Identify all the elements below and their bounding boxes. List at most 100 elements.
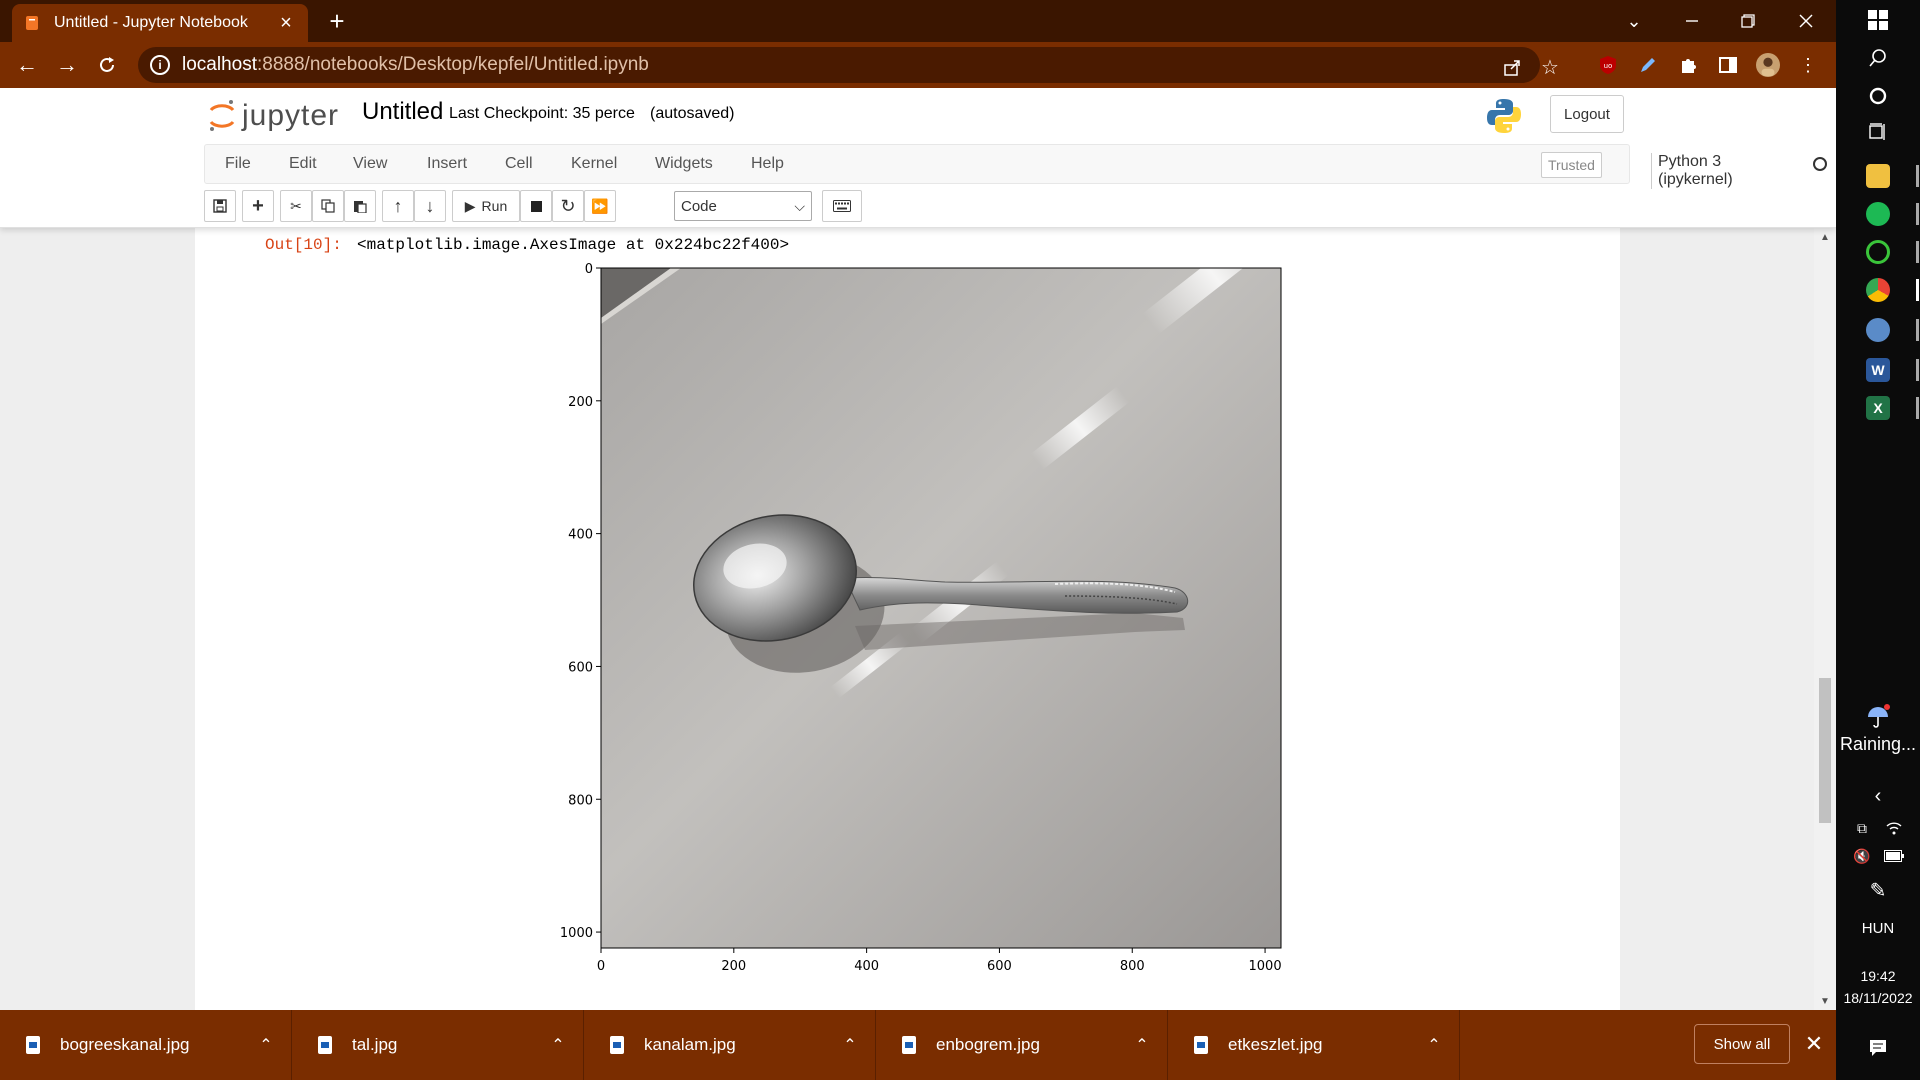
notifications-icon[interactable] [1862,1032,1894,1064]
excel-icon[interactable]: X [1866,396,1890,420]
jupyter-logo-icon [209,100,235,131]
spoon-photo [601,268,1281,948]
paste-button[interactable] [344,190,376,222]
active-indicator [1916,279,1919,301]
play-icon: ▶ [464,197,476,214]
pen-extension-icon[interactable] [1636,53,1660,77]
tab-search-icon[interactable]: ⌄ [1606,0,1662,42]
save-button[interactable] [204,190,236,222]
command-palette-button[interactable] [822,190,862,222]
address-bar: ← → i localhost:8888/notebooks/Desktop/k… [0,42,1836,88]
green-ring-app-icon[interactable] [1866,240,1890,264]
y-tick-label: 200 [568,395,593,410]
task-view-icon[interactable] [1862,116,1894,148]
pen-workspace-icon[interactable]: ✎ [1862,874,1894,906]
close-download-bar-icon[interactable]: ✕ [1800,1030,1828,1058]
jupyter-logo[interactable]: jupyter [208,96,339,136]
x-tick-label: 200 [721,959,746,974]
cut-button[interactable]: ✂ [280,190,312,222]
ublock-extension-icon[interactable]: uo [1596,53,1620,77]
trusted-badge[interactable]: Trusted [1541,152,1602,178]
menu-widgets[interactable]: Widgets [655,145,713,183]
browser-tab[interactable]: Untitled - Jupyter Notebook × [12,4,308,42]
new-tab-button[interactable]: + [322,6,352,36]
menu-edit[interactable]: Edit [289,145,317,183]
image-file-icon [318,1036,332,1054]
chevron-up-icon[interactable]: ⌃ [251,1035,281,1055]
y-tick-label: 1000 [560,926,593,941]
chrome-icon[interactable] [1866,278,1890,302]
clock-time[interactable]: 19:42 [1836,968,1920,984]
cortana-icon[interactable] [1862,80,1894,112]
menu-cell[interactable]: Cell [505,145,533,183]
menu-insert[interactable]: Insert [427,145,467,183]
scroll-up-icon[interactable]: ▲ [1820,232,1830,243]
copy-button[interactable] [312,190,344,222]
bookmark-star-icon[interactable]: ☆ [1538,55,1562,79]
windows-start-icon[interactable] [1862,4,1894,36]
menu-file[interactable]: File [225,145,251,183]
page-scrollbar[interactable]: ▲ ▼ [1814,228,1836,1010]
download-item[interactable]: tal.jpg ⌃ [292,1010,584,1080]
menu-view[interactable]: View [353,145,387,183]
side-panel-icon[interactable] [1716,53,1740,77]
extensions-puzzle-icon[interactable] [1676,53,1700,77]
download-item[interactable]: enbogrem.jpg ⌃ [876,1010,1168,1080]
move-down-button[interactable]: ↓ [414,190,446,222]
restore-button[interactable] [1720,0,1776,42]
reload-icon[interactable] [92,50,122,80]
output-prompt: Out[10]: [265,236,342,254]
run-label: Run [481,198,508,214]
logout-button[interactable]: Logout [1550,95,1624,133]
chevron-up-icon[interactable]: ⌃ [1127,1035,1157,1055]
battery-icon[interactable] [1878,840,1910,872]
restart-button[interactable]: ↻ [552,190,584,222]
browser-menu-icon[interactable]: ⋮ [1796,53,1820,77]
search-icon[interactable] [1862,42,1894,74]
file-explorer-icon[interactable] [1866,164,1890,188]
share-icon[interactable] [1500,55,1524,79]
input-language[interactable]: HUN [1836,920,1920,937]
profile-avatar[interactable] [1756,53,1780,77]
chevron-up-icon[interactable]: ⌃ [1419,1035,1449,1055]
scroll-down-icon[interactable]: ▼ [1820,996,1830,1007]
running-indicator [1916,359,1919,381]
y-tick-label: 0 [585,262,593,277]
y-tick-label: 800 [568,793,593,808]
spotify-icon[interactable] [1866,202,1890,226]
show-all-downloads-button[interactable]: Show all [1694,1024,1790,1064]
notebook-name[interactable]: Untitled [362,98,443,126]
scroll-thumb[interactable] [1819,678,1831,823]
show-hidden-icons-chevron-icon[interactable]: ‹ [1862,780,1894,812]
move-up-button[interactable]: ↑ [382,190,414,222]
download-item[interactable]: bogreeskanal.jpg ⌃ [0,1010,292,1080]
python-idle-icon[interactable] [1866,318,1890,342]
site-info-icon[interactable]: i [150,55,170,75]
volume-muted-icon[interactable]: 🔇 [1846,840,1878,872]
download-item[interactable]: etkeszlet.jpg ⌃ [1168,1010,1460,1080]
menu-help[interactable]: Help [751,145,784,183]
back-arrow-icon[interactable]: ← [12,50,42,80]
download-bar: bogreeskanal.jpg ⌃ tal.jpg ⌃ kanalam.jpg… [0,1010,1836,1080]
clock-date[interactable]: 18/11/2022 [1836,990,1920,1006]
insert-cell-button[interactable]: + [242,190,274,222]
close-window-button[interactable] [1778,0,1834,42]
chevron-up-icon[interactable]: ⌃ [835,1035,865,1055]
weather-rain-icon[interactable] [1862,700,1894,732]
word-icon[interactable]: W [1866,358,1890,382]
windows-taskbar: W X Raining... ‹ ⧉ 🔇 ✎ HUN 19:42 18/11/2… [1836,0,1920,1080]
kernel-name[interactable]: Python 3 (ipykernel) [1651,153,1733,189]
x-tick-label: 0 [597,959,605,974]
close-tab-icon[interactable]: × [276,12,296,35]
cell-type-select[interactable]: Code ⌵ [674,191,812,221]
menu-kernel[interactable]: Kernel [571,145,617,183]
download-item[interactable]: kanalam.jpg ⌃ [584,1010,876,1080]
minimize-button[interactable] [1664,0,1720,42]
run-button[interactable]: ▶ Run [452,190,520,222]
interrupt-button[interactable] [520,190,552,222]
url-field[interactable]: i localhost:8888/notebooks/Desktop/kepfe… [138,47,1559,83]
restart-run-all-button[interactable]: ⏩ [584,190,616,222]
chevron-up-icon[interactable]: ⌃ [543,1035,573,1055]
forward-arrow-icon[interactable]: → [52,50,82,80]
browser-tab-bar: Untitled - Jupyter Notebook × + ⌄ [0,0,1836,42]
